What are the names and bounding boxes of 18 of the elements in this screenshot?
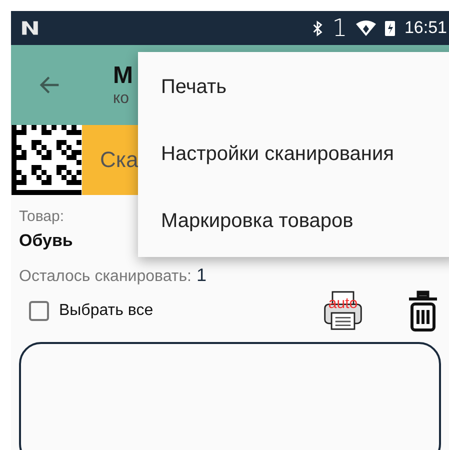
menu-item[interactable]: Маркировка товаров: [138, 188, 449, 255]
matrix-code-icon: [11, 125, 82, 195]
screen-title: М: [113, 62, 133, 90]
remaining-label: Осталось сканировать:: [19, 268, 192, 286]
select-all-checkbox[interactable]: Выбрать все: [29, 301, 154, 321]
remaining-count: 1: [196, 265, 206, 286]
bluetooth-icon: [312, 20, 324, 36]
sim-indicator: 1: [332, 14, 348, 42]
wifi-icon: [356, 20, 376, 36]
product-name: Обувь: [19, 231, 73, 251]
delete-button[interactable]: [407, 290, 439, 332]
screen-subtitle: ко: [113, 90, 130, 108]
battery-charging-icon: [385, 20, 396, 36]
product-label: Товар:: [19, 208, 64, 225]
status-time: 16:51: [404, 18, 447, 38]
menu-item[interactable]: Настройки сканирования: [138, 121, 449, 188]
n-logo-icon: [21, 19, 39, 37]
menu-item[interactable]: Печать: [138, 54, 449, 121]
